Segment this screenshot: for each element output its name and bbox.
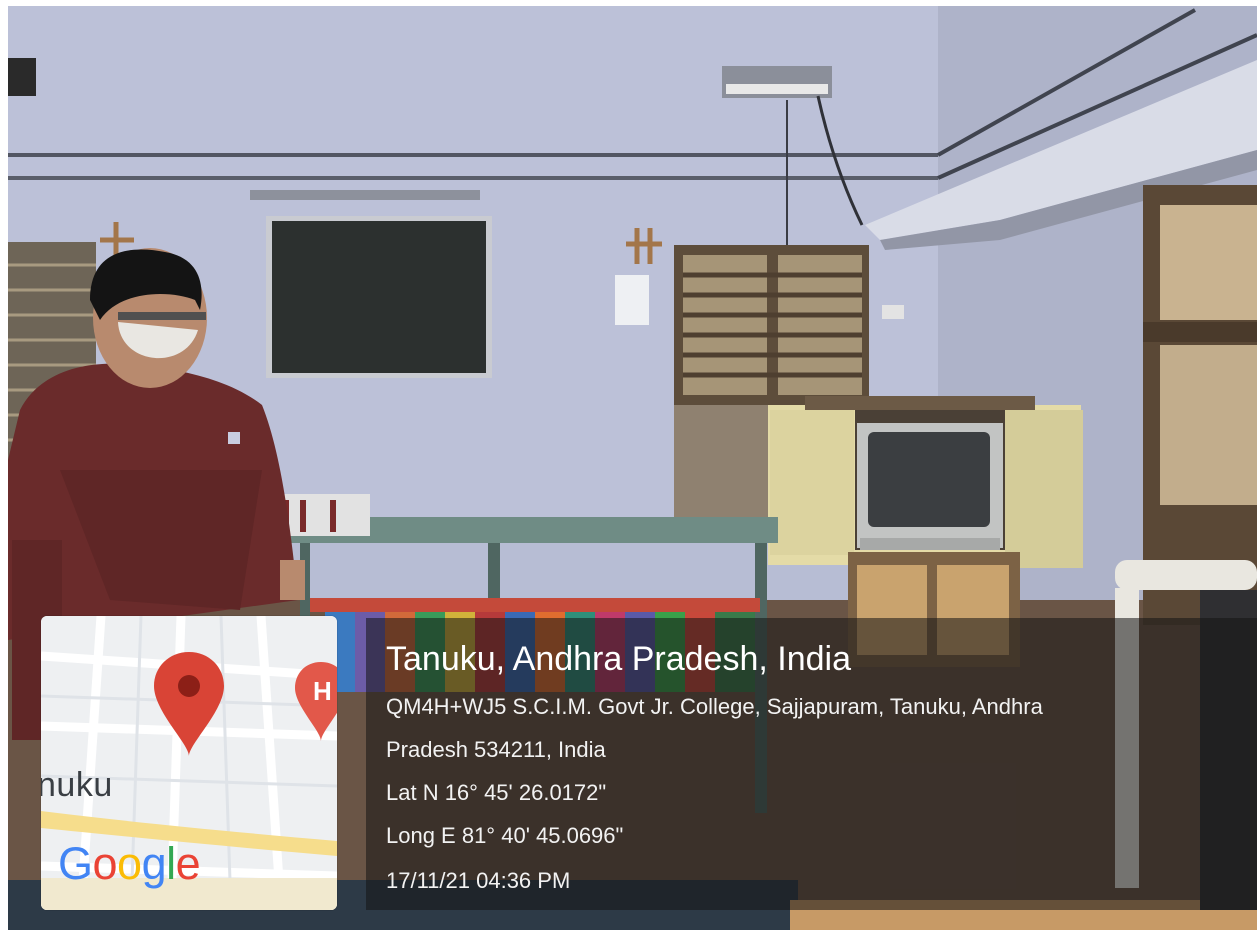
address-line-1: QM4H+WJ5 S.C.I.M. Govt Jr. College, Sajj… [386, 694, 1043, 719]
map-place-label: nuku [41, 766, 113, 804]
longitude: Long E 81° 40' 45.0696" [386, 823, 624, 848]
timestamp: 17/11/21 04:36 PM [386, 868, 571, 893]
google-logo: Google [58, 838, 201, 889]
latitude: Lat N 16° 45' 26.0172" [386, 780, 607, 805]
hospital-marker-letter: H [313, 676, 332, 706]
location-title: Tanuku, Andhra Pradesh, India [386, 640, 851, 678]
address-line-2: Pradesh 534211, India [386, 737, 606, 762]
geotag-panel: Tanuku, Andhra Pradesh, India QM4H+WJ5 S… [366, 618, 1257, 910]
map-thumbnail[interactable]: H nuku Google [41, 616, 337, 910]
classroom-photo: H nuku Google Tanuku, Andhra Pradesh, In… [0, 0, 1257, 938]
